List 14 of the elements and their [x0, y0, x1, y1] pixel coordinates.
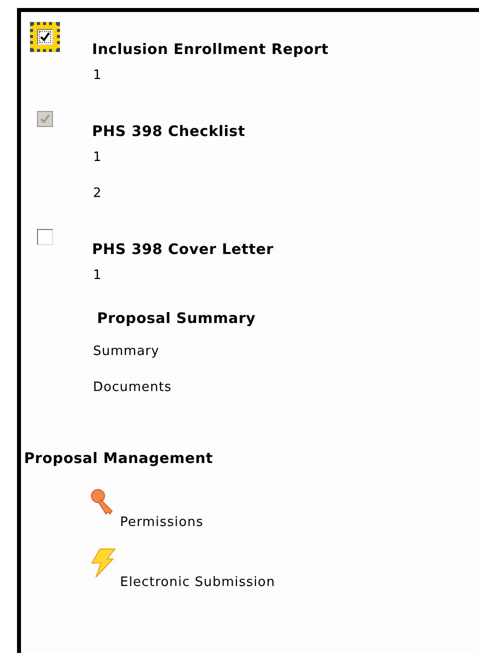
form-link[interactable]: 1 — [93, 58, 479, 94]
lightning-icon — [90, 548, 116, 578]
management-link[interactable]: Permissions — [120, 515, 204, 530]
management-link[interactable]: Electronic Submission — [120, 575, 276, 590]
form-title: PHS 398 Checklist — [92, 124, 246, 140]
summary-link[interactable]: Documents — [93, 370, 479, 406]
form-link[interactable]: 1 — [93, 258, 479, 294]
form-title: PHS 398 Cover Letter — [92, 242, 274, 258]
summary-link[interactable]: Summary — [93, 334, 479, 370]
section-title: Proposal Summary — [97, 310, 257, 329]
checkbox[interactable] — [37, 29, 53, 45]
form-title: Inclusion Enrollment Report — [92, 42, 329, 58]
checkbox[interactable] — [37, 229, 53, 245]
section-title: Proposal Management — [24, 450, 214, 469]
